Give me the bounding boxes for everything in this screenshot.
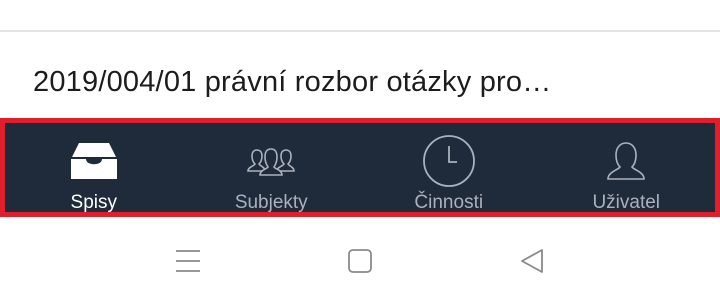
tab-cinnosti[interactable]: Činnosti [360, 123, 538, 213]
home-icon[interactable] [344, 245, 376, 277]
tab-label: Spisy [70, 192, 117, 213]
user-icon [595, 135, 657, 187]
system-navigation-bar [0, 217, 720, 304]
tab-spisy[interactable]: Spisy [5, 123, 183, 213]
menu-icon[interactable] [172, 245, 204, 277]
list-item[interactable]: 2019/004/01 právní rozbor otázky pro… [0, 32, 720, 118]
people-icon [240, 135, 302, 187]
clock-icon [418, 135, 480, 187]
inbox-icon [63, 135, 125, 187]
app-screen: 2019/004/01 právní rozbor otázky pro… Sp… [0, 0, 720, 304]
list-item-title: 2019/004/01 právní rozbor otázky pro… [33, 66, 552, 98]
tab-label: Uživatel [592, 192, 661, 213]
bottom-tab-bar: Spisy Subjekty Činnosti Uživatel [0, 118, 720, 217]
tab-subjekty[interactable]: Subjekty [183, 123, 361, 213]
tab-label: Subjekty [234, 192, 308, 213]
back-icon[interactable] [516, 245, 548, 277]
tab-uzivatel[interactable]: Uživatel [538, 123, 716, 213]
tab-label: Činnosti [414, 192, 484, 213]
